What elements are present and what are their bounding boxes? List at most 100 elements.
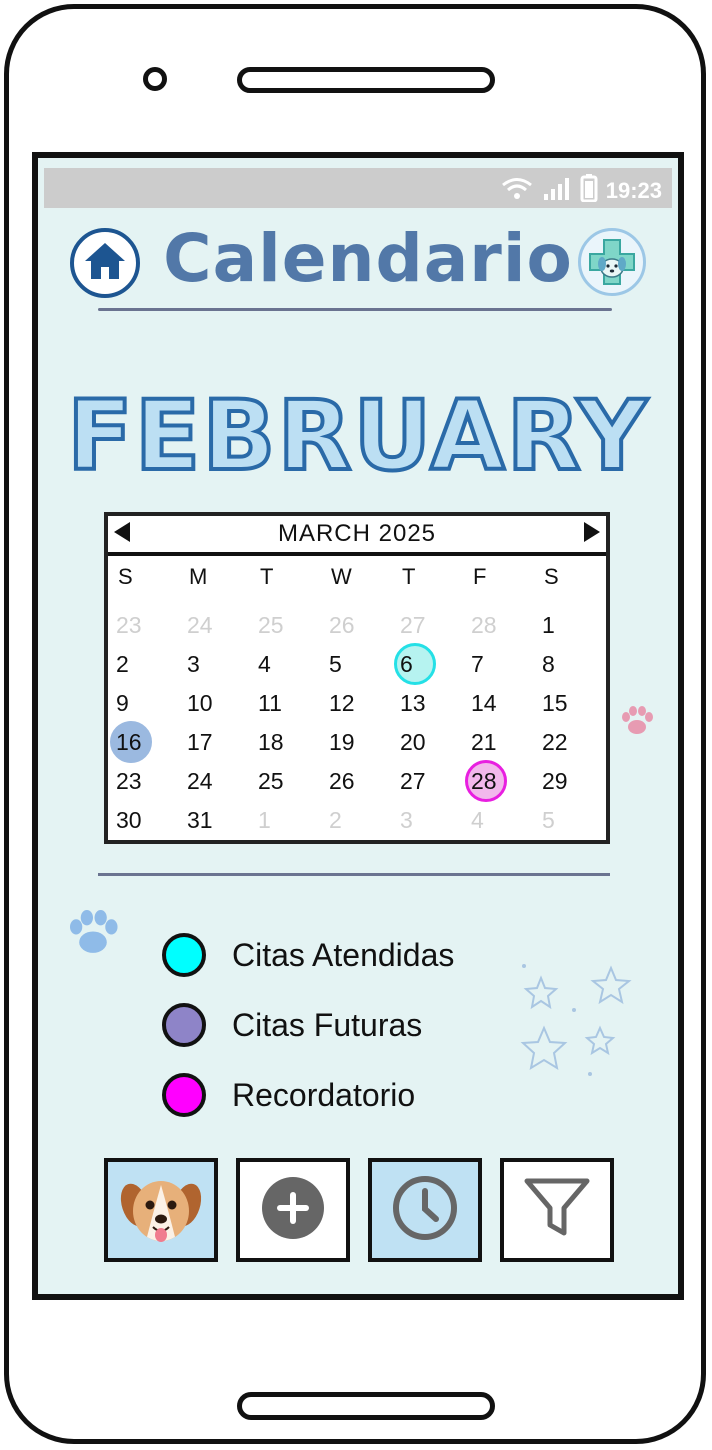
home-bar — [237, 1392, 495, 1420]
header-underline — [98, 308, 612, 311]
calendar-day[interactable]: 3 — [392, 801, 463, 840]
signal-icon — [542, 176, 572, 206]
legend-item: Recordatorio — [162, 1060, 562, 1130]
legend-color-dot — [162, 1003, 206, 1047]
legend-label: Citas Atendidas — [232, 936, 455, 973]
day-number: 17 — [187, 729, 213, 755]
calendar-day[interactable]: 5 — [534, 801, 605, 840]
home-button[interactable] — [70, 228, 140, 298]
stars-decoration-icon — [516, 958, 646, 1092]
calendar-day[interactable]: 9 — [108, 684, 179, 723]
calendar-day[interactable]: 13 — [392, 684, 463, 723]
calendar-day[interactable]: 12 — [321, 684, 392, 723]
screen: 19:23 Calendario FEBRUARY MARCH 2025 S M… — [32, 152, 684, 1300]
top-speaker — [237, 67, 495, 93]
calendar-day[interactable]: 26 — [321, 762, 392, 801]
filter-icon — [522, 1175, 592, 1245]
calendar-day[interactable]: 29 — [534, 762, 605, 801]
day-number: 24 — [187, 768, 213, 794]
bottom-nav — [104, 1158, 614, 1266]
calendar-day[interactable]: 1 — [534, 606, 605, 645]
calendar-day[interactable]: 22 — [534, 723, 605, 762]
calendar-day[interactable]: 27 — [392, 762, 463, 801]
weekday-label: F — [473, 564, 487, 589]
calendar-day[interactable]: 3 — [179, 645, 250, 684]
calendar-day[interactable]: 7 — [463, 645, 534, 684]
month-banner: FEBRUARY — [65, 378, 649, 494]
calendar-day[interactable]: 4 — [463, 801, 534, 840]
day-number: 30 — [116, 807, 142, 833]
legend-item: Citas Futuras — [162, 990, 562, 1060]
day-number: 2 — [116, 651, 129, 677]
day-number: 16 — [116, 729, 142, 755]
calendar-day[interactable]: 1 — [250, 801, 321, 840]
calendar-day[interactable]: 11 — [250, 684, 321, 723]
day-grid: 23 24 25 26 27 28 1 2 3 4 5 6 7 8 9 10 11 12 13 14 15 16 17 18 1… — [108, 606, 606, 840]
history-tab[interactable] — [368, 1158, 482, 1262]
filter-tab[interactable] — [500, 1158, 614, 1262]
weekday-label: S — [118, 564, 133, 589]
vet-clinic-logo — [578, 228, 646, 296]
calendar-day[interactable]: 2 — [321, 801, 392, 840]
day-number: 21 — [471, 729, 497, 755]
calendar-day[interactable]: 25 — [250, 762, 321, 801]
day-number: 4 — [258, 651, 271, 677]
day-number: 26 — [329, 612, 355, 638]
add-tab[interactable] — [236, 1158, 350, 1262]
calendar-day[interactable]: 5 — [321, 645, 392, 684]
day-number: 5 — [542, 807, 555, 833]
battery-icon — [580, 174, 598, 208]
calendar-widget: MARCH 2025 SMTWTFS 23 24 25 26 27 28 1 2 3 4 5 6 7 8 9… — [104, 512, 610, 844]
calendar-day[interactable]: 31 — [179, 801, 250, 840]
calendar-day[interactable]: 24 — [179, 606, 250, 645]
next-month-button[interactable] — [578, 520, 606, 548]
calendar-day[interactable]: 8 — [534, 645, 605, 684]
calendar-day[interactable]: 20 — [392, 723, 463, 762]
day-number: 15 — [542, 690, 568, 716]
calendar-day[interactable]: 25 — [250, 606, 321, 645]
paw-print-icon — [66, 910, 120, 960]
day-number: 6 — [400, 651, 413, 677]
calendar-day[interactable]: 27 — [392, 606, 463, 645]
calendar-day[interactable]: 2 — [108, 645, 179, 684]
calendar-day[interactable]: 28 — [463, 760, 534, 802]
calendar-day[interactable]: 23 — [108, 606, 179, 645]
day-number: 4 — [471, 807, 484, 833]
calendar-day[interactable]: 23 — [108, 762, 179, 801]
day-number: 14 — [471, 690, 497, 716]
weekday-label: T — [260, 564, 274, 589]
calendar-day[interactable]: 28 — [463, 606, 534, 645]
calendar-day[interactable]: 6 — [392, 643, 463, 685]
dog-avatar-icon — [113, 1163, 209, 1257]
clock-icon — [390, 1173, 460, 1247]
calendar-day[interactable]: 15 — [534, 684, 605, 723]
legend-label: Citas Futuras — [232, 1006, 423, 1043]
calendar-day[interactable]: 19 — [321, 723, 392, 762]
app-header: Calendario — [38, 220, 678, 316]
calendar-day[interactable]: 17 — [179, 723, 250, 762]
prev-month-button[interactable] — [108, 520, 136, 548]
calendar-day[interactable]: 4 — [250, 645, 321, 684]
calendar-day[interactable]: 24 — [179, 762, 250, 801]
arrow-right-icon — [582, 520, 602, 548]
wifi-icon — [500, 176, 534, 206]
day-number: 29 — [542, 768, 568, 794]
calendar-day[interactable]: 30 — [108, 801, 179, 840]
day-number: 19 — [329, 729, 355, 755]
calendar-day[interactable]: 18 — [250, 723, 321, 762]
calendar-day[interactable]: 10 — [179, 684, 250, 723]
day-number: 23 — [116, 612, 142, 638]
day-number: 3 — [187, 651, 200, 677]
day-number: 25 — [258, 612, 284, 638]
day-number: 1 — [542, 612, 555, 638]
day-number: 3 — [400, 807, 413, 833]
weekday-label: W — [331, 564, 352, 589]
calendar-day[interactable]: 14 — [463, 684, 534, 723]
calendar-day[interactable]: 26 — [321, 606, 392, 645]
calendar-day[interactable]: 16 — [108, 721, 179, 763]
day-number: 24 — [187, 612, 213, 638]
calendar-day[interactable]: 21 — [463, 723, 534, 762]
day-number: 31 — [187, 807, 213, 833]
pet-profile-tab[interactable] — [104, 1158, 218, 1262]
paw-print-icon — [620, 706, 654, 740]
